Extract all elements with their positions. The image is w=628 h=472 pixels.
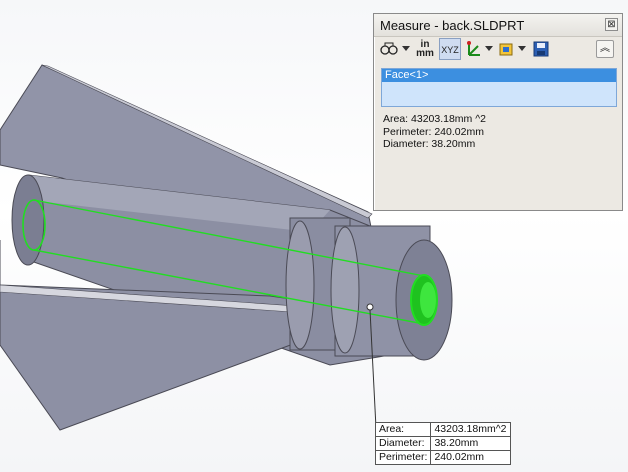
- callout-value: 43203.18mm^2: [430, 422, 511, 437]
- units-mm-label: mm: [416, 48, 434, 59]
- mount-ring-inner-face: [330, 226, 360, 354]
- units-precision-button[interactable]: in mm: [414, 38, 436, 60]
- callout-value: 240.02mm: [430, 450, 511, 465]
- measure-dialog[interactable]: Measure - back.SLDPRT ⊠ in mm XYZ ︽ Face…: [373, 13, 623, 211]
- callout-anchor: [366, 303, 374, 311]
- result-area: Area: 43203.18mm ^2: [383, 113, 486, 125]
- table-row: Perimeter: 240.02mm: [374, 450, 511, 465]
- callout-label: Area:: [374, 422, 432, 437]
- dialog-title: Measure - back.SLDPRT: [380, 18, 525, 33]
- result-diameter: Diameter: 38.20mm: [383, 138, 476, 150]
- arc-circle-measure-icon[interactable]: [378, 38, 400, 60]
- xyz-icon: XYZ: [441, 45, 459, 55]
- chevron-down-icon[interactable]: [518, 46, 526, 51]
- measure-callout: Area: 43203.18mm^2 Diameter: 38.20mm Per…: [374, 422, 511, 465]
- chevron-down-icon[interactable]: [485, 46, 493, 51]
- list-item[interactable]: Face<1>: [382, 69, 616, 82]
- show-xyz-button[interactable]: XYZ: [439, 38, 461, 60]
- table-row: Diameter: 38.20mm: [374, 436, 511, 451]
- projection-icon[interactable]: [497, 38, 517, 60]
- collapse-up-icon[interactable]: ︽: [596, 40, 614, 58]
- measure-results: Area: 43203.18mm ^2 Perimeter: 240.02mm …: [383, 113, 486, 151]
- point-to-point-icon[interactable]: [464, 38, 484, 60]
- table-row: Area: 43203.18mm^2: [374, 422, 511, 437]
- save-icon[interactable]: [531, 38, 551, 60]
- callout-value: 38.20mm: [430, 436, 511, 451]
- dialog-titlebar[interactable]: Measure - back.SLDPRT ⊠: [374, 14, 622, 37]
- result-perimeter: Perimeter: 240.02mm: [383, 125, 484, 138]
- close-icon[interactable]: ⊠: [605, 18, 618, 31]
- callout-label: Diameter:: [374, 436, 432, 451]
- mount-ring-face: [285, 220, 315, 350]
- chevron-down-icon[interactable]: [402, 46, 410, 51]
- selection-list[interactable]: Face<1>: [381, 68, 617, 107]
- callout-label: Perimeter:: [374, 450, 432, 465]
- dialog-toolbar: in mm XYZ ︽: [378, 38, 618, 64]
